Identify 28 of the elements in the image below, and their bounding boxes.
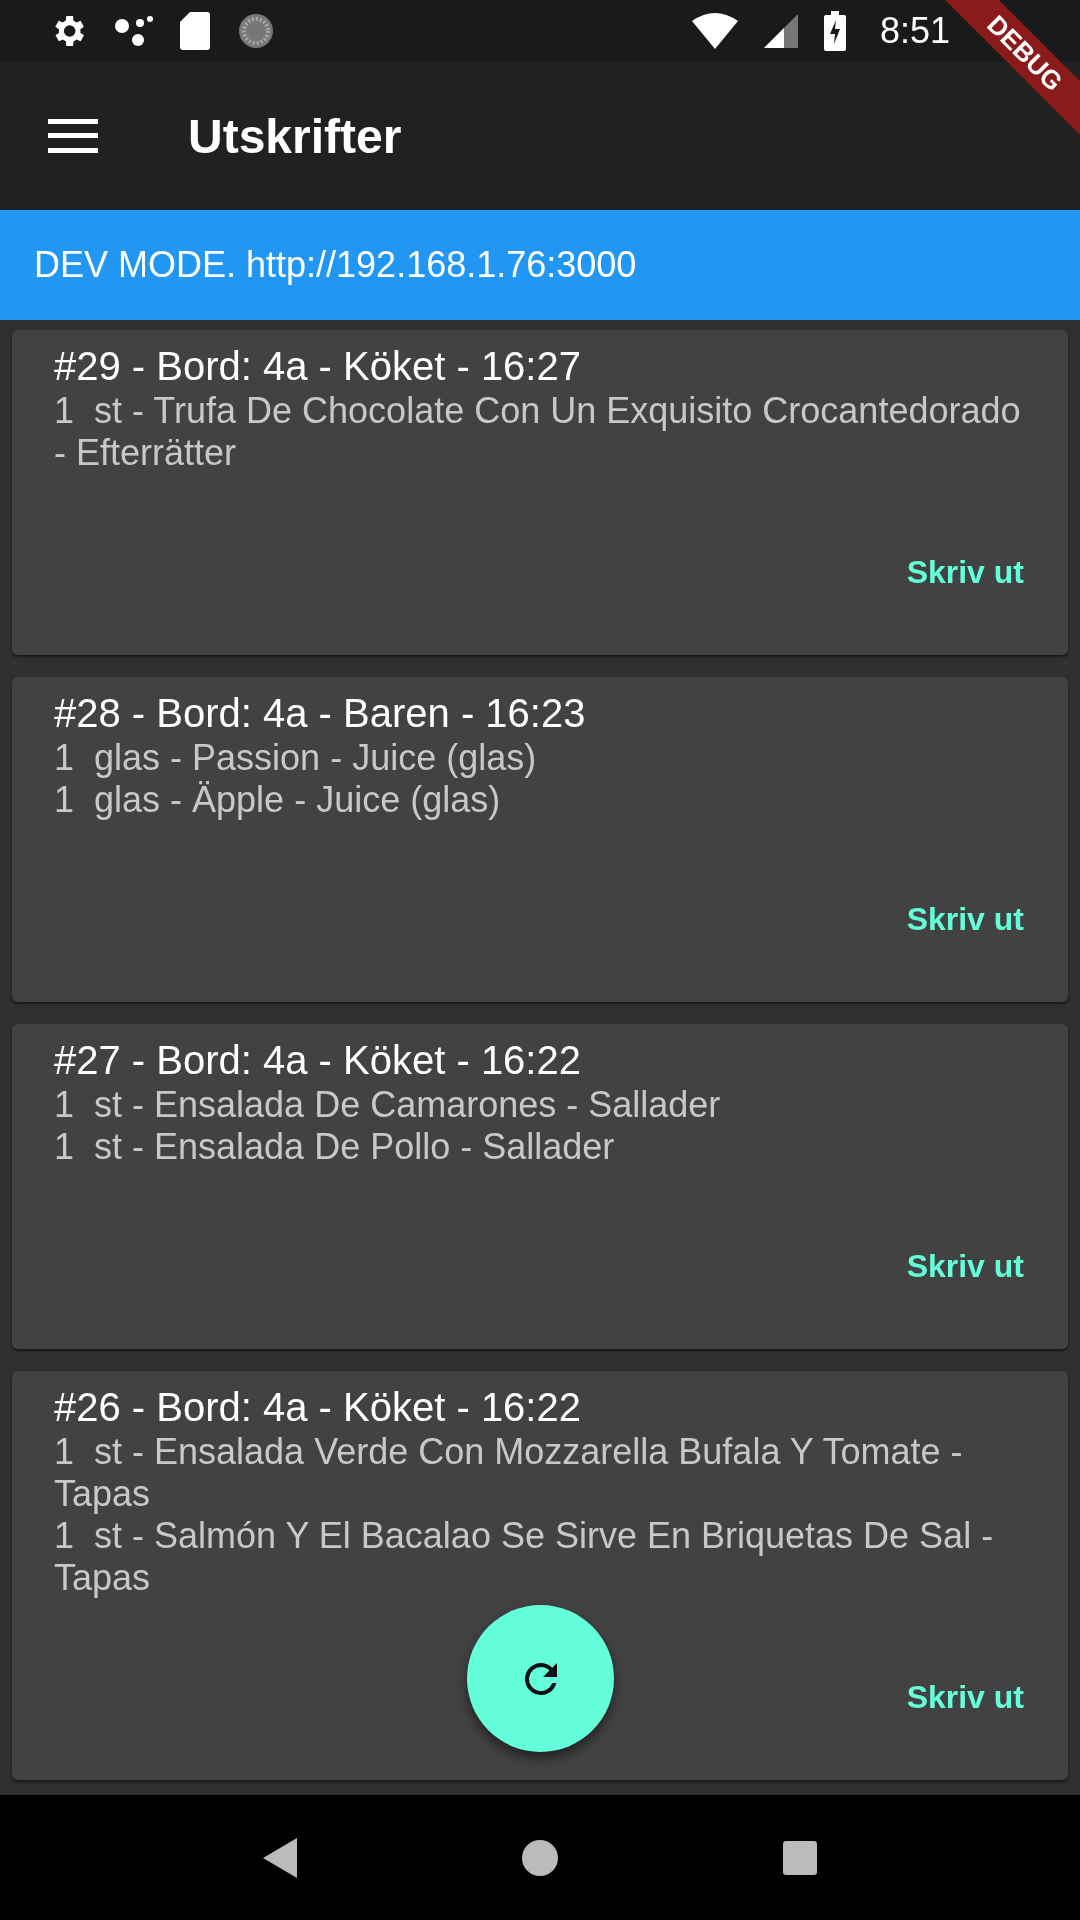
back-icon[interactable] <box>262 1837 297 1878</box>
order-title: #28 - Bord: 4a - Baren - 16:23 <box>54 690 587 737</box>
order-item: 1 glas - Äpple - Juice (glas) <box>54 779 502 821</box>
menu-icon[interactable] <box>48 119 98 153</box>
print-button[interactable]: Skriv ut <box>898 1239 1032 1293</box>
print-button[interactable]: Skriv ut <box>898 892 1032 946</box>
dots-icon <box>114 14 154 48</box>
recents-icon[interactable] <box>783 1840 818 1875</box>
print-button[interactable]: Skriv ut <box>898 545 1032 599</box>
order-item: 1 glas - Passion - Juice (glas) <box>54 737 538 779</box>
order-item: 1 st - Salmón Y El Bacalao Se Sirve En Briquetas De Sal - Tapas <box>54 1515 995 1599</box>
battery-icon <box>823 11 846 51</box>
order-item: 1 st - Ensalada De Pollo - Sallader <box>54 1126 616 1168</box>
loading-icon <box>236 11 276 51</box>
order-title: #26 - Bord: 4a - Köket - 16:22 <box>54 1384 582 1431</box>
home-icon[interactable] <box>522 1839 558 1876</box>
wifi-icon <box>691 13 738 49</box>
dev-mode-text: DEV MODE. http://192.168.1.76:3000 <box>34 244 637 286</box>
order-title: #27 - Bord: 4a - Köket - 16:22 <box>54 1037 582 1084</box>
order-item: 1 st - Ensalada Verde Con Mozzarella Bufala Y Tomate - Tapas <box>54 1431 964 1515</box>
order-item: 1 st - Trufa De Chocolate Con Un Exquisito Crocantedorado - Efterrätter <box>54 390 1022 474</box>
order-item: 1 st - Ensalada De Camarones - Sallader <box>54 1084 722 1126</box>
app-title: Utskrifter <box>188 108 402 164</box>
signal-icon <box>763 14 798 48</box>
print-button[interactable]: Skriv ut <box>898 1670 1032 1724</box>
sd-card-icon <box>180 12 210 50</box>
order-title: #29 - Bord: 4a - Köket - 16:27 <box>54 343 582 390</box>
status-time: 8:51 <box>879 10 950 52</box>
